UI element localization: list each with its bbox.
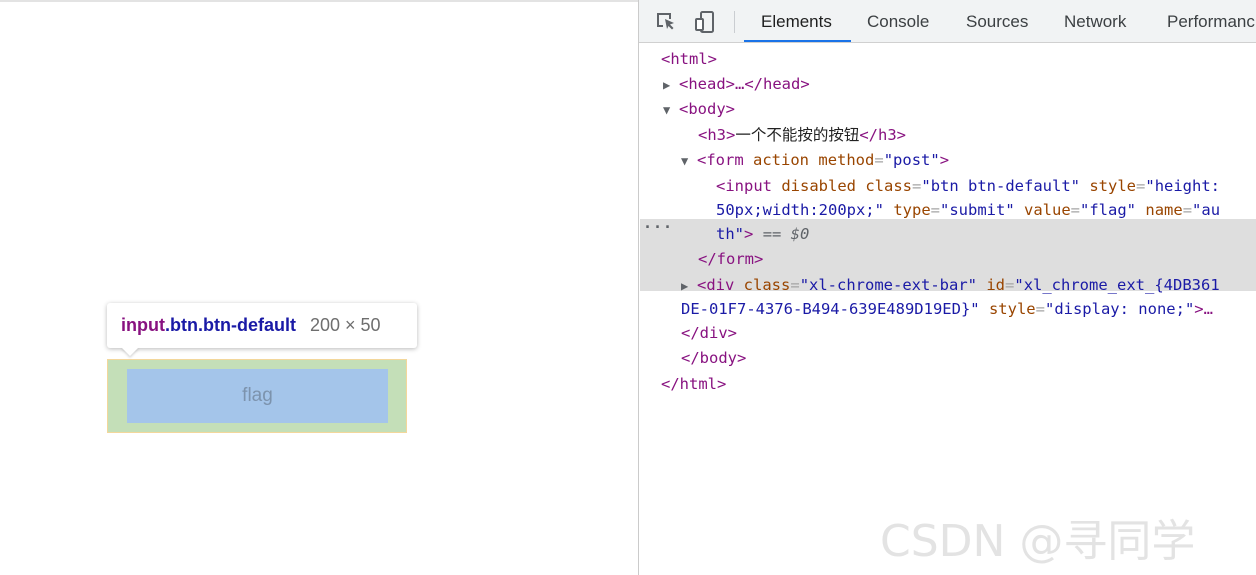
element-picker-icon[interactable] [654, 10, 678, 34]
tooltip-arrow [121, 347, 139, 356]
dom-node-div-close[interactable]: </div> [681, 321, 737, 346]
tooltip-size: 200 × 50 [309, 315, 381, 335]
collapse-triangle-icon[interactable]: ▼ [681, 149, 697, 174]
disabled-submit-button[interactable]: flag [127, 369, 388, 423]
dom-node-form[interactable]: ▼ <form action method="post"> [681, 148, 949, 173]
inspect-tooltip: input .btn.btn-default 200 × 50 [107, 303, 417, 356]
tab-network[interactable]: Network [1064, 0, 1126, 43]
dom-node-body-close[interactable]: </body> [681, 346, 746, 371]
collapse-triangle-icon[interactable]: ▼ [663, 98, 679, 123]
expand-triangle-icon[interactable]: ▶ [663, 73, 679, 98]
page-viewport: flag input .btn.btn-default 200 × 50 [0, 0, 638, 575]
tab-sources[interactable]: Sources [966, 0, 1028, 43]
dom-node-input-line-1[interactable]: <input disabled class="btn btn-default" … [716, 174, 1220, 199]
tab-performance[interactable]: Performanc [1167, 0, 1255, 43]
node-actions-menu-icon[interactable]: ··· [643, 218, 673, 236]
devtools-toolbar: Elements Console Sources Network Perform… [639, 0, 1256, 43]
dom-node-html-close[interactable]: </html> [661, 372, 726, 397]
expand-triangle-icon[interactable]: ▶ [681, 274, 697, 299]
toolbar-divider [734, 11, 735, 33]
dom-node-div-line-2[interactable]: DE-01F7-4376-B494-639E489D19ED}" style="… [681, 297, 1213, 322]
dom-node-input-line-3[interactable]: th"> == $0 [716, 222, 809, 247]
devtools-panel: Elements Console Sources Network Perform… [638, 0, 1256, 575]
dom-node-html[interactable]: <html> [661, 47, 717, 72]
dom-node-div-line-1[interactable]: ▶ <div class="xl-chrome-ext-bar" id="xl_c… [681, 273, 1220, 298]
button-label: flag [242, 385, 273, 406]
csdn-watermark: CSDN @寻同学 [880, 516, 1196, 567]
dom-node-head[interactable]: ▶ <head>…</head> [663, 72, 810, 97]
device-toolbar-icon[interactable] [693, 10, 717, 34]
selected-node-marker: == $0 [762, 225, 810, 243]
dom-node-body[interactable]: ▼ <body> [663, 97, 735, 122]
tab-console[interactable]: Console [867, 0, 929, 43]
active-tab-indicator [744, 40, 851, 42]
tooltip-tag: input [121, 315, 165, 335]
dom-node-form-close[interactable]: </form> [698, 247, 763, 272]
dom-node-input-line-2[interactable]: 50px;width:200px;" type="submit" value="… [716, 198, 1220, 223]
tooltip-classes: .btn.btn-default [164, 315, 296, 335]
dom-node-h3[interactable]: <h3>一个不能按的按钮</h3> [698, 123, 906, 148]
tab-elements[interactable]: Elements [761, 0, 832, 43]
